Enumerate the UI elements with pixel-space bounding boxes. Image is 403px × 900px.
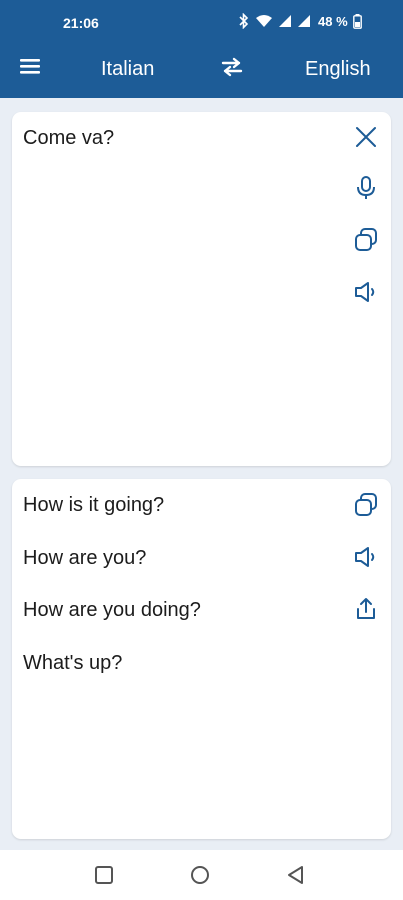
swap-icon	[221, 57, 243, 77]
wifi-icon	[256, 15, 272, 27]
triangle-back-icon	[288, 866, 303, 884]
copy-icon	[355, 493, 377, 516]
copy-source-button[interactable]	[351, 225, 381, 255]
back-button[interactable]	[286, 865, 308, 887]
square-icon	[95, 866, 113, 884]
clear-button[interactable]	[351, 122, 381, 152]
share-translation-button[interactable]	[351, 594, 381, 624]
status-icons: 48 %	[238, 13, 362, 29]
app-bar: Italian English	[0, 38, 403, 98]
input-card: Come va?	[12, 112, 391, 466]
speak-translation-button[interactable]	[351, 542, 381, 572]
bluetooth-icon	[239, 13, 249, 29]
translation-item[interactable]: How are you?	[23, 547, 146, 570]
copy-translation-button[interactable]	[351, 490, 381, 520]
translation-item[interactable]: How is it going?	[23, 494, 164, 517]
output-card: How is it going? How are you? How are yo…	[12, 479, 391, 839]
microphone-icon	[357, 176, 375, 199]
home-button[interactable]	[190, 865, 212, 887]
status-bar: 21:06 48 %	[0, 0, 403, 38]
share-icon	[357, 598, 375, 619]
swap-languages-button[interactable]	[219, 56, 247, 80]
microphone-button[interactable]	[351, 173, 381, 203]
close-icon	[356, 127, 376, 147]
menu-button[interactable]	[18, 56, 46, 80]
signal-icon	[279, 15, 291, 27]
translation-item[interactable]: How are you doing?	[23, 599, 201, 622]
speaker-icon	[355, 282, 375, 302]
recent-apps-button[interactable]	[94, 865, 116, 887]
speaker-icon	[355, 547, 375, 567]
translation-item[interactable]: What's up?	[23, 652, 122, 675]
system-nav-bar	[0, 850, 403, 900]
battery-icon	[352, 13, 362, 29]
signal-icon-2	[298, 15, 310, 27]
status-time: 21:06	[63, 15, 99, 31]
source-text-input[interactable]: Come va?	[23, 127, 343, 150]
menu-icon	[20, 59, 40, 74]
source-language-button[interactable]: Italian	[101, 58, 154, 81]
circle-icon	[191, 866, 209, 884]
battery-percent: 48 %	[318, 13, 348, 29]
speak-source-button[interactable]	[351, 277, 381, 307]
copy-icon	[355, 228, 377, 251]
target-language-button[interactable]: English	[305, 58, 371, 81]
